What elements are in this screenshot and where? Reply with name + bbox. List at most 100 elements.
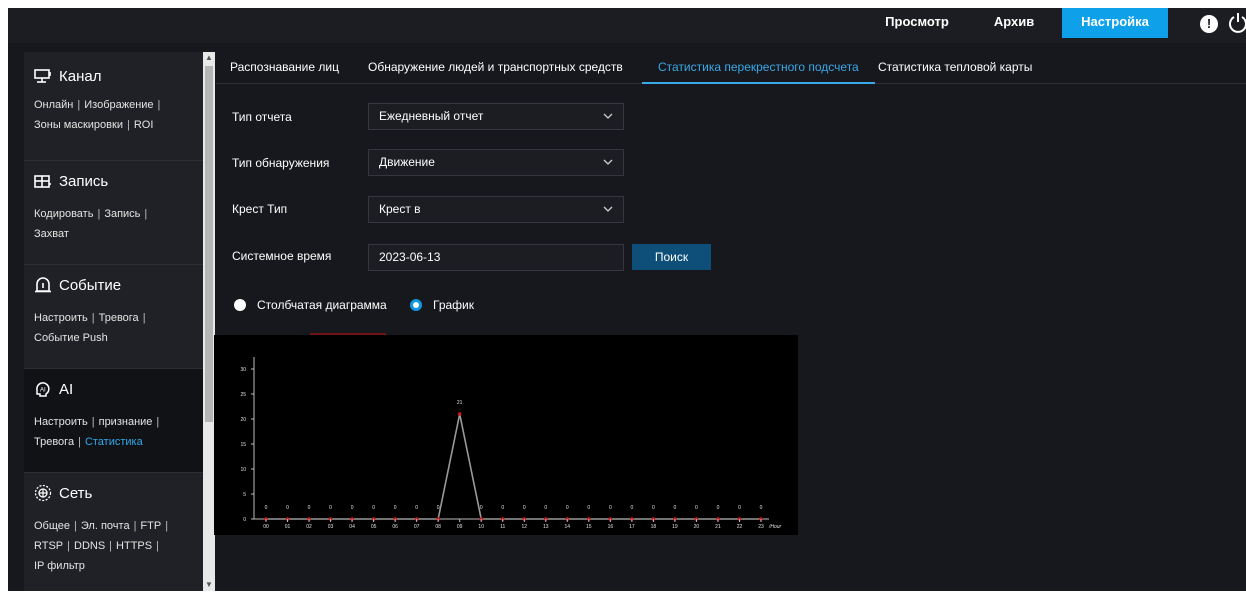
sidebar-link-ai-recognition[interactable]: признание: [99, 416, 153, 428]
alert-icon[interactable]: !: [1200, 15, 1218, 33]
tab-face-recognition[interactable]: Распознавание лиц: [230, 52, 339, 84]
sidebar: Канал Онлайн | Изображение | Зоны маскировк…: [24, 52, 203, 591]
sidebar-head-record[interactable]: Запись: [34, 171, 108, 191]
sidebar-link-rtsp[interactable]: RTSP: [34, 540, 63, 552]
select-report-type[interactable]: Ежедневный отчет: [368, 103, 624, 130]
chart-data-label: 0: [566, 505, 569, 511]
sidebar-link-ip-filter[interactable]: IP фильтр: [34, 560, 85, 572]
sidebar-head-network[interactable]: Сеть: [34, 483, 92, 503]
nav-settings[interactable]: Настройка: [1062, 8, 1168, 38]
sidebar-head-event[interactable]: Событие: [34, 275, 121, 295]
sidebar-link-event-push[interactable]: Событие Push: [34, 332, 108, 344]
chart-x-tick-label: 16: [608, 524, 614, 530]
sidebar-title-network: Сеть: [59, 484, 93, 502]
select-cross-type[interactable]: Крест в: [368, 196, 624, 223]
chart-data-label: 0: [329, 505, 332, 511]
tab-heatmap[interactable]: Статистика тепловой карты: [878, 52, 1032, 84]
tab-people-vehicle-detection[interactable]: Обнаружение людей и транспортных средств: [368, 52, 623, 84]
sidebar-links-record: Кодировать | Запись | Захват: [34, 208, 148, 240]
sidebar-links-event: Настроить | Тревога | Событие Push: [34, 312, 146, 344]
chart-y-tick-label: 10: [240, 467, 246, 473]
chart-data-label: 0: [630, 505, 633, 511]
chart-x-tick-label: 05: [371, 524, 377, 530]
scroll-down-arrow-icon[interactable]: ▼: [203, 579, 215, 591]
chart-x-tick-label: 19: [672, 524, 678, 530]
scroll-up-arrow-icon[interactable]: ▲: [203, 52, 215, 64]
power-icon[interactable]: [1228, 12, 1246, 34]
radio-line-chart[interactable]: График: [410, 298, 474, 312]
select-detection-type[interactable]: Движение: [368, 149, 624, 176]
sidebar-head-channel[interactable]: Канал: [34, 66, 101, 86]
chart-x-tick-label: 04: [349, 524, 355, 530]
chart-y-tick-label: 0: [243, 517, 246, 523]
sidebar-link-ddns[interactable]: DDNS: [74, 540, 105, 552]
chart-y-tick-label: 20: [240, 417, 246, 423]
chart-x-tick-label: 20: [694, 524, 700, 530]
sidebar-link-encode[interactable]: Кодировать: [34, 208, 93, 220]
chart-area: 0 5 10 15 20 25 30 0 00 0 01 0 02 0 03 0 04 0 05 0 06 0 07 0 08 2…: [214, 335, 798, 535]
sidebar-link-online[interactable]: Онлайн: [34, 99, 73, 111]
sidebar-head-ai[interactable]: AI AI: [34, 379, 73, 399]
select-detection-type-value: Движение: [379, 155, 435, 169]
line-chart: 0510152025300000010020030040050060070082…: [240, 357, 782, 530]
chart-data-label: 0: [265, 505, 268, 511]
sidebar-link-https[interactable]: HTTPS: [116, 540, 152, 552]
radio-bar-chart[interactable]: Столбчатая диаграмма: [234, 298, 387, 312]
chart-x-tick-label: 18: [651, 524, 657, 530]
radio-off-icon: [234, 299, 246, 311]
sidebar-link-ai-statistics[interactable]: Статистика: [85, 436, 143, 448]
sidebar-title-ai: AI: [59, 380, 74, 398]
chart-series-line: [266, 413, 761, 520]
sidebar-link-capture[interactable]: Захват: [34, 228, 69, 240]
sidebar-section-channel: Канал Онлайн | Изображение | Зоны маскировк…: [24, 52, 203, 161]
sidebar-title-channel: Канал: [59, 67, 102, 85]
chevron-down-icon: [603, 159, 613, 165]
chart-x-tick-label: 14: [565, 524, 571, 530]
chart-data-label: 0: [544, 505, 547, 511]
scroll-thumb[interactable]: [205, 66, 213, 422]
chart-x-tick-label: 08: [435, 524, 441, 530]
sidebar-link-roi[interactable]: ROI: [134, 119, 154, 131]
sidebar-link-general[interactable]: Общее: [34, 520, 70, 532]
app-window: Просмотр Архив Настройка ! Канал Онлайн …: [8, 8, 1246, 591]
sidebar-link-ftp[interactable]: FTP: [140, 520, 161, 532]
chart-data-label: 0: [480, 505, 483, 511]
chart-data-label: 0: [351, 505, 354, 511]
sidebar-section-ai: AI AI Настроить | признание | Тревога | Стати…: [24, 369, 203, 473]
chart-x-unit-label: /Hour: [768, 524, 782, 530]
sidebar-link-event-alarm[interactable]: Тревога: [99, 312, 139, 324]
label-system-time: Системное время: [232, 249, 332, 263]
network-icon: [34, 484, 52, 502]
sidebar-section-record: Запись Кодировать | Запись | Захват: [24, 161, 203, 265]
chart-x-tick-label: 13: [543, 524, 549, 530]
chart-y-tick-label: 5: [243, 492, 246, 498]
svg-text:AI: AI: [40, 388, 46, 394]
tab-bar: Распознавание лиц Обнаружение людей и тр…: [216, 52, 1246, 84]
search-button[interactable]: Поиск: [632, 244, 711, 270]
sidebar-link-record[interactable]: Запись: [104, 208, 140, 220]
radio-bar-chart-label: Столбчатая диаграмма: [257, 298, 387, 312]
nav-preview[interactable]: Просмотр: [872, 8, 962, 43]
chart-x-tick-label: 12: [521, 524, 527, 530]
chart-x-tick-label: 11: [500, 524, 505, 530]
sidebar-title-record: Запись: [59, 172, 109, 190]
sidebar-link-mask-zones[interactable]: Зоны маскировки: [34, 119, 123, 131]
sidebar-link-email[interactable]: Эл. почта: [81, 520, 130, 532]
chart-y-tick-label: 15: [240, 442, 246, 448]
chart-data-label: 0: [308, 505, 311, 511]
ai-icon: AI: [36, 382, 50, 397]
chart-data-label: 0: [674, 505, 677, 511]
tab-cross-counting[interactable]: Статистика перекрестного подсчета: [642, 52, 875, 84]
chart-data-label: 0: [523, 505, 526, 511]
sidebar-link-ai-configure[interactable]: Настроить: [34, 416, 88, 428]
chart-y-tick-label: 30: [240, 367, 246, 373]
chart-x-tick-label: 15: [586, 524, 592, 530]
nav-archive[interactable]: Архив: [982, 8, 1046, 43]
sidebar-link-ai-alarm[interactable]: Тревога: [34, 436, 74, 448]
radio-line-chart-label: График: [433, 298, 474, 312]
system-time-field[interactable]: 2023-06-13: [368, 244, 624, 271]
sidebar-link-image[interactable]: Изображение: [84, 99, 153, 111]
chart-point: [457, 412, 462, 416]
sidebar-link-event-configure[interactable]: Настроить: [34, 312, 88, 324]
chart-x-tick-label: 21: [715, 524, 721, 530]
